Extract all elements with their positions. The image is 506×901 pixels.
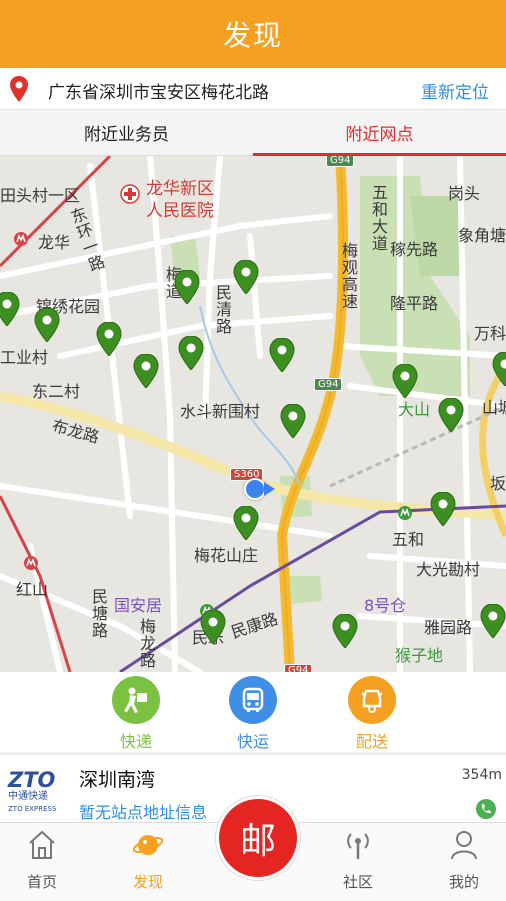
map-label-hospital-2: 人民医院 [146, 196, 214, 221]
zto-logo-sub: 中通快递 [8, 791, 60, 803]
tabbar-mine[interactable]: 我的 [424, 829, 504, 892]
road-sign-g94-top: G94 [326, 156, 354, 167]
map-label-tiantou: 田头村一区 [0, 182, 80, 206]
heading-arrow-icon [264, 482, 275, 496]
station-address: 暂无站点地址信息 [79, 799, 207, 823]
tabbar-discover-label: 发现 [108, 871, 188, 892]
station-marker[interactable] [34, 308, 60, 342]
service-express-label: 快递 [101, 728, 171, 752]
map-label-yayuan: 雅园路 [424, 614, 472, 638]
service-express-button[interactable]: 快递 [101, 676, 171, 752]
courier-icon [112, 676, 160, 724]
map-label-houzi: 猴子地 [395, 642, 443, 666]
map-label-jiaxian: 稼先路 [390, 236, 438, 260]
station-marker[interactable] [174, 270, 200, 304]
map-label-meilonglu: 梅龙路 [134, 618, 158, 669]
map-label-mintang: 民塘路 [86, 588, 110, 639]
map-label-gangtou: 岗头 [448, 180, 480, 204]
zto-logo: ZTO 中通快递 ZTO EXPRESS [8, 769, 60, 813]
service-freight-label: 快运 [218, 728, 288, 752]
map-view[interactable]: 田头村一区 龙华新区 人民医院 龙华 锦绣花园 工业村 东二村 布龙路 水斗新围… [0, 156, 506, 672]
station-marker[interactable] [332, 614, 358, 648]
zto-logo-main: ZTO [8, 769, 60, 791]
station-marker[interactable] [200, 610, 226, 644]
page-header: 发现 [0, 0, 506, 68]
station-marker[interactable] [492, 352, 506, 386]
map-label-shantang: 山塘 [482, 394, 506, 418]
tabbar-discover[interactable]: 发现 [108, 829, 188, 892]
tab-bar-nearby: 附近业务员 附近网点 [0, 110, 506, 156]
metro-icon [14, 232, 28, 246]
tabbar-mine-label: 我的 [424, 871, 504, 892]
phone-call-icon[interactable] [476, 799, 496, 819]
station-marker[interactable] [0, 292, 20, 326]
current-location-dot [244, 478, 266, 500]
tabbar-home[interactable]: 首页 [2, 829, 82, 892]
station-marker[interactable] [178, 336, 204, 370]
map-label-wanke: 万科 [474, 320, 506, 344]
station-marker[interactable] [96, 322, 122, 356]
map-label-daguang: 大光勘村 [416, 556, 480, 580]
map-label-shuidou: 水斗新围村 [180, 398, 260, 422]
map-label-longping: 隆平路 [390, 290, 438, 314]
station-marker[interactable] [233, 506, 259, 540]
map-label-wuhe: 五和 [392, 526, 424, 550]
location-bar: 广东省深圳市宝安区梅花北路 重新定位 [0, 68, 506, 110]
tabbar-community-label: 社区 [318, 871, 398, 892]
map-label-ban: 坂 [490, 470, 506, 494]
map-label-hongshan: 红山 [16, 576, 48, 600]
tab-nearby-couriers[interactable]: 附近业务员 [0, 110, 253, 155]
station-marker[interactable] [392, 364, 418, 398]
home-icon [27, 829, 57, 861]
map-label-dongercun: 东二村 [32, 378, 80, 402]
metro-icon [398, 506, 412, 520]
map-label-meiguan: 梅观高速 [336, 242, 360, 310]
page-title: 发现 [223, 14, 283, 54]
station-marker[interactable] [480, 604, 506, 638]
map-label-mingqing: 民清路 [210, 284, 234, 335]
station-distance: 354m [462, 767, 502, 783]
planet-icon [133, 829, 163, 861]
location-pin-icon [9, 76, 29, 102]
user-icon [449, 829, 479, 861]
relocate-button[interactable]: 重新定位 [421, 78, 489, 103]
map-label-gongye: 工业村 [0, 344, 48, 368]
map-label-xiangjiao: 象角塘 [458, 222, 506, 246]
current-address: 广东省深圳市宝安区梅花北路 [48, 78, 269, 103]
tabbar-community[interactable]: 社区 [318, 829, 398, 892]
metro-icon [24, 556, 38, 570]
road-sign-g94-mid: G94 [314, 378, 342, 391]
tabbar-home-label: 首页 [2, 871, 82, 892]
service-shortcuts: 快递 快运 配送 [0, 672, 506, 752]
service-delivery-button[interactable]: 配送 [337, 676, 407, 752]
hospital-icon [120, 184, 140, 204]
post-button[interactable]: 邮 [216, 796, 300, 880]
map-label-meihua: 梅花山庄 [194, 542, 258, 566]
service-freight-button[interactable]: 快运 [218, 676, 288, 752]
tab-nearby-stations[interactable]: 附近网点 [253, 110, 506, 155]
station-marker[interactable] [430, 492, 456, 526]
bus-icon [229, 676, 277, 724]
station-marker[interactable] [233, 260, 259, 294]
service-delivery-label: 配送 [337, 728, 407, 752]
station-marker[interactable] [133, 354, 159, 388]
map-label-dashan: 大山 [398, 396, 430, 420]
map-label-8haocang: 8号仓 [364, 592, 406, 616]
zto-logo-en: ZTO EXPRESS [8, 803, 60, 815]
map-label-longhua: 龙华 [38, 229, 70, 253]
station-marker[interactable] [280, 404, 306, 438]
road-sign-g94-bottom: G94 [284, 664, 312, 672]
broadcast-icon [343, 829, 373, 861]
map-label-guoanju: 国安居 [114, 592, 162, 616]
scooter-icon [348, 676, 396, 724]
map-label-wuhedadao: 五和大道 [366, 184, 390, 252]
station-name: 深圳南湾 [79, 765, 155, 792]
station-marker[interactable] [269, 338, 295, 372]
station-marker[interactable] [438, 398, 464, 432]
